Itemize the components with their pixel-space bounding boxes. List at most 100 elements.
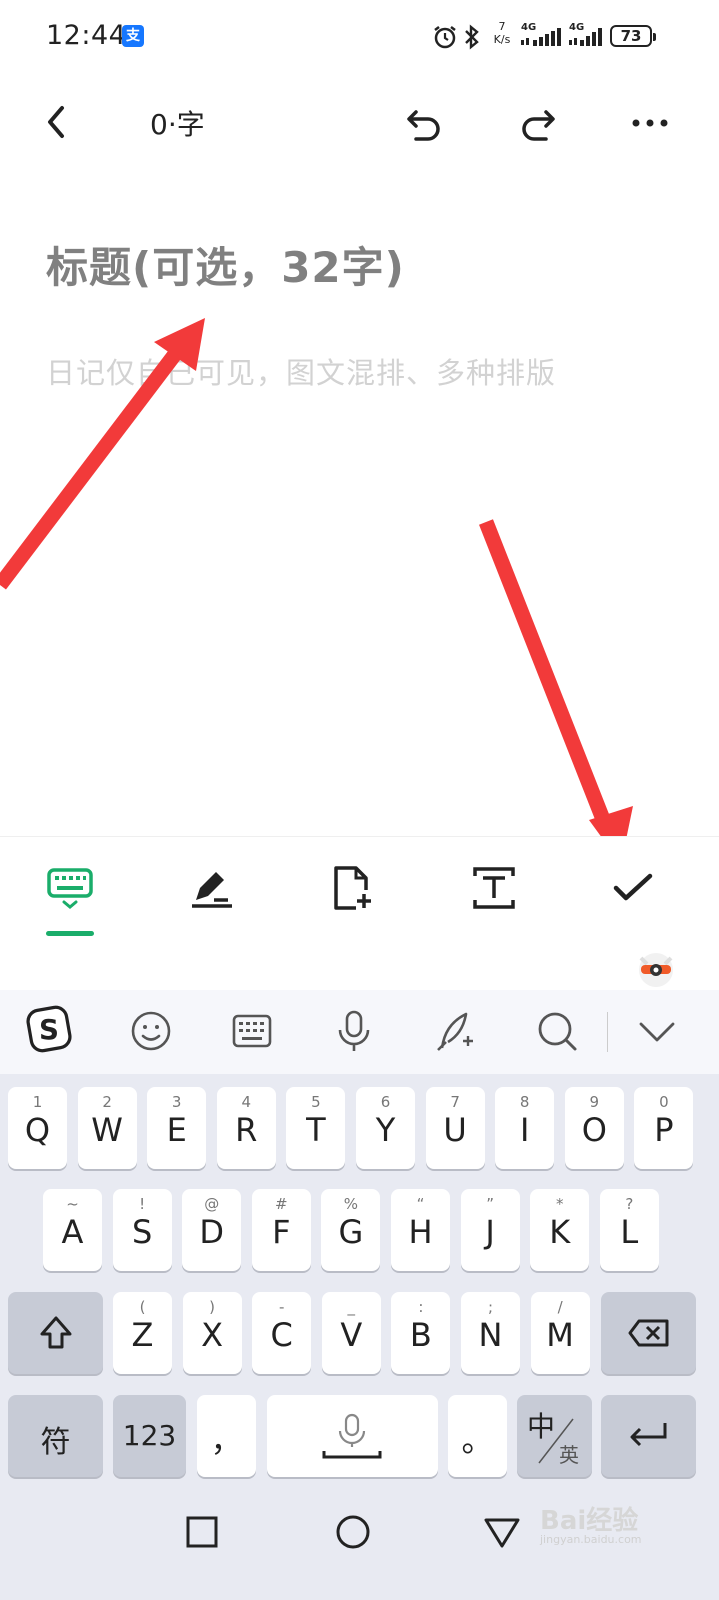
word-count: 0·字	[150, 108, 205, 141]
shift-icon	[40, 1316, 72, 1349]
clock: 12:44	[46, 20, 127, 51]
key-v[interactable]: _ V	[321, 1292, 381, 1374]
numbers-key-label: 123	[122, 1419, 177, 1452]
microphone-icon[interactable]	[329, 1006, 379, 1056]
key-b[interactable]: :B	[391, 1292, 451, 1374]
enter-icon	[630, 1423, 667, 1447]
key-secondary-label: !	[139, 1195, 146, 1213]
key-c[interactable]: -C	[252, 1292, 312, 1374]
keyboard-keys: 1Q2W3E4R5T6Y7U8I9O0P ~ A! S @ D # F% G “H” J * K? L …	[0, 1074, 719, 1494]
key-d[interactable]: @ D	[182, 1189, 242, 1271]
key-secondary-label: ~	[66, 1195, 79, 1213]
key-m[interactable]: / M	[530, 1292, 590, 1374]
key-x[interactable]: ) X	[182, 1292, 242, 1374]
check-icon[interactable]	[608, 860, 660, 916]
space-mic-icon	[322, 1413, 382, 1459]
network-speed-unit: K/s	[493, 33, 511, 46]
key-h[interactable]: “H	[391, 1189, 450, 1271]
title-input[interactable]: 标题(可选，32字)	[46, 234, 405, 295]
symbols-key-label: 符	[40, 1425, 71, 1460]
shift-key[interactable]	[8, 1292, 103, 1374]
sogou-logo-icon[interactable]: S	[24, 1004, 74, 1054]
key-label: T	[306, 1111, 326, 1149]
period-key[interactable]: 。	[448, 1395, 507, 1477]
key-e[interactable]: 3E	[147, 1087, 207, 1169]
key-g[interactable]: % G	[321, 1189, 381, 1271]
status-bar: 12:44 支 7 K/s 4G 4G 73	[0, 0, 719, 76]
body-input[interactable]: 日记仅自己可见，图文混排、多种排版	[46, 350, 556, 392]
key-label: I	[519, 1111, 530, 1149]
emoji-icon[interactable]	[126, 1006, 176, 1056]
key-label: E	[166, 1111, 187, 1149]
key-secondary-label: (	[139, 1298, 146, 1316]
key-r[interactable]: 4R	[216, 1087, 276, 1169]
ime-mascot-icon[interactable]	[636, 948, 676, 988]
enter-key[interactable]	[601, 1395, 696, 1477]
pen-icon[interactable]	[186, 860, 238, 916]
key-n[interactable]: ; N	[461, 1292, 520, 1374]
key-y[interactable]: 6Y	[356, 1087, 415, 1169]
key-k[interactable]: * K	[530, 1189, 590, 1271]
keyboard-layout-icon[interactable]	[227, 1006, 277, 1056]
key-s[interactable]: ! S	[112, 1189, 172, 1271]
back-nav-icon[interactable]	[480, 1510, 524, 1554]
key-label: B	[409, 1316, 432, 1354]
comma-key[interactable]: ，	[197, 1395, 256, 1477]
key-label: L	[620, 1213, 639, 1251]
key-q[interactable]: 1Q	[8, 1087, 67, 1169]
key-label: Q	[24, 1111, 51, 1149]
key-label: V	[340, 1316, 363, 1354]
add-file-icon[interactable]	[326, 860, 378, 916]
undo-icon[interactable]	[404, 102, 446, 144]
key-label: C	[270, 1316, 293, 1354]
key-w[interactable]: 2W	[77, 1087, 137, 1169]
key-label: G	[338, 1213, 364, 1251]
key-secondary-label: ?	[625, 1195, 634, 1213]
backspace-key[interactable]	[601, 1292, 696, 1374]
key-l[interactable]: ? L	[599, 1189, 659, 1271]
key-label: W	[91, 1111, 123, 1149]
network-speed: 7 K/s	[488, 20, 516, 46]
key-secondary-label: @	[204, 1195, 220, 1213]
key-o[interactable]: 9O	[564, 1087, 624, 1169]
key-i[interactable]: 8I	[495, 1087, 555, 1169]
key-u[interactable]: 7U	[425, 1087, 485, 1169]
baidu-watermark: Bai经验 jingyan.baidu.com	[540, 1500, 680, 1560]
handwriting-icon[interactable]	[430, 1006, 480, 1056]
recent-apps-icon[interactable]	[180, 1510, 224, 1554]
network-speed-value: 7	[498, 20, 506, 33]
backspace-icon	[628, 1319, 669, 1347]
search-icon[interactable]	[532, 1006, 582, 1056]
key-secondary-label: ”	[486, 1195, 494, 1213]
key-secondary-label: 9	[589, 1093, 600, 1111]
key-secondary-label: )	[209, 1298, 216, 1316]
language-switch-key[interactable]: 中 英	[517, 1395, 592, 1477]
comma-key-label: ，	[210, 1421, 243, 1459]
symbols-key[interactable]: 符	[8, 1395, 103, 1477]
key-secondary-label: 8	[519, 1093, 530, 1111]
key-label: H	[408, 1213, 433, 1251]
key-secondary-label: _	[347, 1298, 356, 1316]
key-f[interactable]: # F	[251, 1189, 311, 1271]
collapse-icon[interactable]	[632, 1006, 682, 1056]
numbers-key[interactable]: 123	[113, 1395, 186, 1477]
back-icon[interactable]	[38, 100, 78, 144]
home-icon[interactable]	[331, 1510, 375, 1554]
key-secondary-label: 3	[171, 1093, 182, 1111]
key-z[interactable]: (Z	[113, 1292, 172, 1374]
key-p[interactable]: 0P	[634, 1087, 694, 1169]
text-format-icon[interactable]	[468, 860, 520, 916]
key-a[interactable]: ~ A	[43, 1189, 102, 1271]
more-icon[interactable]	[628, 102, 672, 144]
key-secondary-label: ;	[487, 1298, 494, 1316]
alarm-icon	[434, 26, 456, 49]
key-label: F	[272, 1213, 291, 1251]
key-j[interactable]: ” J	[460, 1189, 520, 1271]
key-label: O	[581, 1111, 607, 1149]
keyboard-icon[interactable]	[44, 860, 96, 916]
space-key[interactable]	[267, 1395, 438, 1477]
key-secondary-label: %	[343, 1195, 359, 1213]
key-t[interactable]: 5T	[286, 1087, 346, 1169]
redo-icon[interactable]	[516, 102, 558, 144]
alipay-icon: 支	[122, 25, 144, 47]
